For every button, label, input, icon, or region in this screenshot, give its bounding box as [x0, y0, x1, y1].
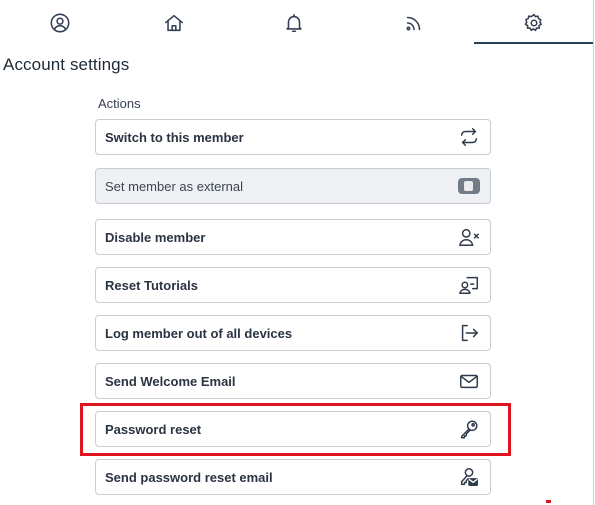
send-password-reset-email-button[interactable]: Send password reset email — [95, 459, 491, 495]
top-tab-bar — [0, 0, 595, 45]
disable-member-label: Disable member — [105, 229, 206, 245]
tab-notifications[interactable] — [234, 0, 353, 45]
reset-tutorials-button[interactable]: Reset Tutorials — [95, 267, 491, 303]
toggle-icon[interactable] — [457, 174, 481, 198]
red-marker — [546, 500, 551, 503]
mail-icon — [457, 369, 481, 393]
tab-feed[interactable] — [354, 0, 473, 45]
user-x-icon — [457, 225, 481, 249]
rss-icon — [406, 16, 420, 30]
send-welcome-email-button[interactable]: Send Welcome Email — [95, 363, 491, 399]
highlight-box — [80, 403, 511, 456]
key-mail-icon — [457, 465, 481, 489]
logout-all-devices-button[interactable]: Log member out of all devices — [95, 315, 491, 351]
disable-member-button[interactable]: Disable member — [95, 219, 491, 255]
logout-all-devices-label: Log member out of all devices — [105, 325, 293, 341]
switch-arrows-icon — [457, 125, 481, 149]
bell-icon — [285, 13, 302, 32]
tab-profile[interactable] — [0, 0, 119, 45]
tab-home[interactable] — [114, 0, 233, 45]
user-circle-icon — [50, 13, 69, 32]
set-external-toggle[interactable]: Set member as external — [95, 168, 491, 204]
switch-member-button[interactable]: Switch to this member — [95, 119, 491, 155]
tab-settings[interactable] — [474, 0, 593, 45]
switch-member-label: Switch to this member — [105, 129, 244, 145]
home-icon — [164, 14, 183, 31]
reset-tutorials-label: Reset Tutorials — [105, 277, 198, 293]
logout-icon — [457, 321, 481, 345]
tutorial-screen-icon — [457, 273, 481, 297]
panel-right-border — [593, 0, 594, 505]
send-welcome-email-label: Send Welcome Email — [105, 373, 236, 389]
page-title: Account settings — [3, 55, 130, 74]
send-password-reset-email-label: Send password reset email — [105, 469, 273, 485]
actions-section-label: Actions — [98, 96, 141, 111]
gear-icon — [524, 13, 542, 31]
set-external-label: Set member as external — [105, 178, 244, 194]
